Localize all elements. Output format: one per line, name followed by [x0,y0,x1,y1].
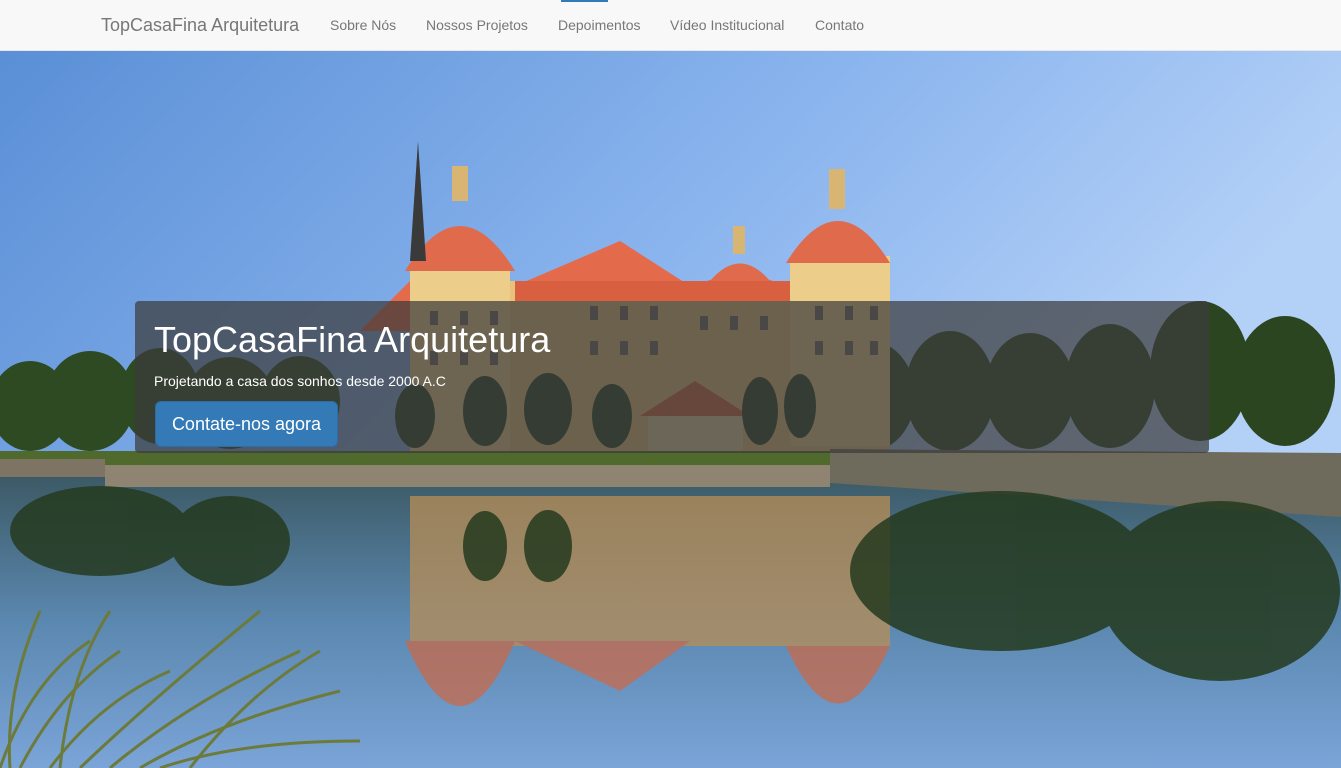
nav-item-depoimentos[interactable]: Depoimentos [558,17,641,33]
carousel-caption: TopCasaFina Arquitetura Projetando a cas… [135,301,1209,453]
hero-subtitle: Projetando a casa dos sonhos desde 2000 … [154,373,446,389]
navbar: TopCasaFina Arquitetura Sobre Nós Nossos… [0,0,1341,51]
active-nav-indicator [561,0,608,2]
nav-item-sobre-nos[interactable]: Sobre Nós [330,17,396,33]
nav-item-nossos-projetos[interactable]: Nossos Projetos [426,17,528,33]
hero-title: TopCasaFina Arquitetura [154,319,551,360]
contact-us-button[interactable]: Contate-nos agora [155,401,338,447]
navbar-brand[interactable]: TopCasaFina Arquitetura [101,15,299,36]
nav-item-contato[interactable]: Contato [815,17,864,33]
nav-item-video-institucional[interactable]: Vídeo Institucional [670,17,784,33]
